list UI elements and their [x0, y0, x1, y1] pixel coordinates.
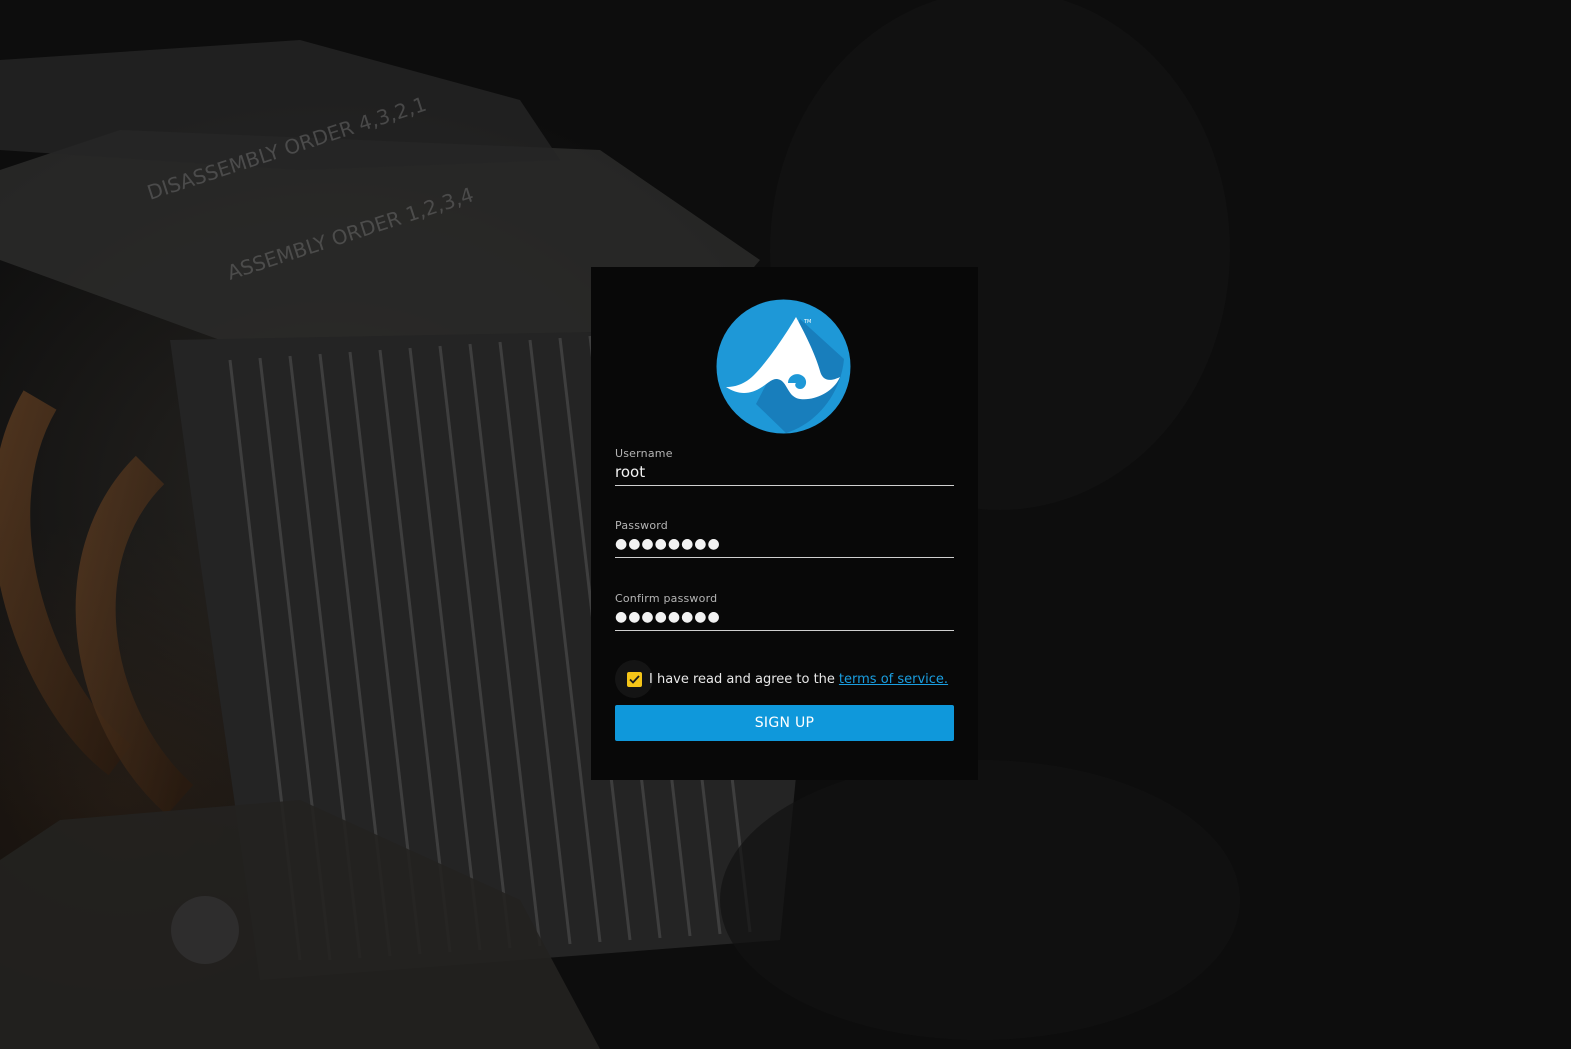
username-input[interactable]: [615, 461, 954, 486]
terms-of-service-link[interactable]: terms of service.: [839, 672, 948, 687]
confirm-password-input[interactable]: [615, 606, 954, 631]
terms-agree-text: I have read and agree to the: [649, 671, 835, 687]
checkmark-icon: [628, 674, 640, 684]
terms-agree-row: I have read and agree to the terms of se…: [615, 660, 948, 698]
confirm-password-label: Confirm password: [615, 592, 718, 605]
signup-card: TM Username Password Confirm password I …: [591, 267, 978, 780]
username-field: Username: [615, 447, 954, 486]
password-input[interactable]: [615, 533, 954, 558]
app-logo-icon: TM: [716, 299, 851, 434]
sign-up-button[interactable]: SIGN UP: [615, 705, 954, 741]
confirm-password-field: Confirm password: [615, 592, 954, 631]
username-label: Username: [615, 447, 673, 460]
terms-checkbox[interactable]: [626, 671, 642, 687]
password-field: Password: [615, 519, 954, 558]
terms-checkbox-wrapper[interactable]: [615, 660, 653, 698]
password-label: Password: [615, 519, 668, 532]
svg-text:TM: TM: [803, 319, 811, 325]
